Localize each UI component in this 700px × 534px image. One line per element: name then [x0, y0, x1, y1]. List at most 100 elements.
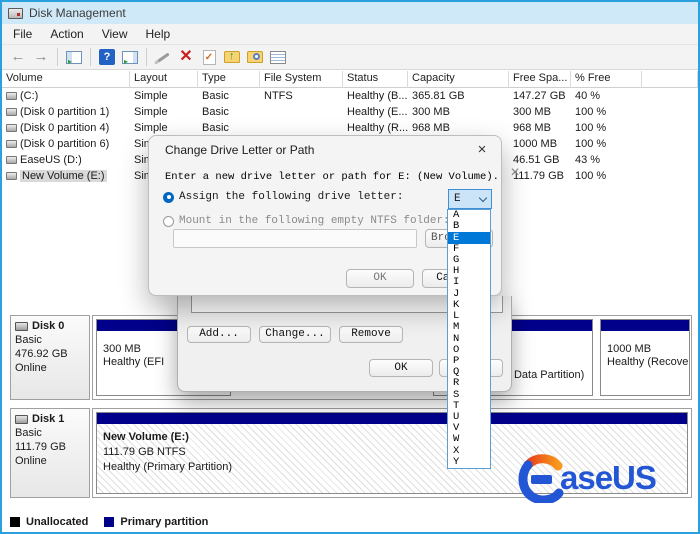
table-row[interactable]: (Disk 0 partition 1)SimpleBasicHealthy (… [2, 104, 698, 120]
status-cell: Healthy (R... [343, 120, 408, 136]
column-header[interactable]: Type [198, 71, 260, 88]
forward-icon[interactable]: → [31, 47, 51, 67]
delete-icon[interactable]: ✕ [176, 47, 196, 67]
percentfree-cell: 43 % [571, 152, 642, 168]
partition-line: 1000 MB [607, 343, 689, 356]
disk0-panel[interactable]: Disk 0 Basic 476.92 GB Online [10, 315, 90, 400]
assign-letter-radio[interactable]: Assign the following drive letter: [163, 191, 403, 203]
freespace-cell: 300 MB [509, 104, 571, 120]
menu-file[interactable]: File [4, 24, 41, 44]
legend-label: Primary partition [120, 516, 208, 528]
partition-stripe [97, 413, 687, 424]
drive-letter-option[interactable]: N [448, 333, 490, 344]
easeus-logo-mark [518, 453, 564, 503]
percentfree-cell: 100 % [571, 136, 642, 152]
folder-up-icon[interactable]: ↑ [222, 47, 242, 67]
drive-letter-option[interactable]: M [448, 322, 490, 333]
percentfree-cell: 100 % [571, 104, 642, 120]
volume-name: EaseUS (D:) [20, 154, 82, 166]
disk-state: Online [15, 454, 85, 468]
mount-path-input[interactable] [173, 229, 417, 248]
volume-cell: EaseUS (D:) [2, 152, 130, 168]
legend-unallocated: Unallocated [10, 516, 88, 528]
freespace-cell: 1000 MB [509, 136, 571, 152]
volume-name: New Volume (E:) [20, 170, 107, 182]
toolbar-separator [57, 48, 58, 66]
filesystem-cell [260, 120, 343, 136]
status-cell: Healthy (B... [343, 88, 408, 104]
check-icon[interactable]: ✓ [199, 47, 219, 67]
properties-icon[interactable] [268, 47, 288, 67]
drive-letter-combo[interactable]: E [448, 189, 492, 209]
capacity-cell: 300 MB [408, 104, 509, 120]
toolbar-separator [90, 48, 91, 66]
disk-name: Disk 0 [32, 319, 64, 333]
folder-search-icon[interactable] [245, 47, 265, 67]
volume-icon [6, 140, 17, 148]
mount-folder-radio[interactable]: Mount in the following empty NTFS folder… [163, 215, 450, 227]
percentfree-cell: 40 % [571, 88, 642, 104]
legend-primary-partition: Primary partition [104, 516, 208, 528]
menu-view[interactable]: View [93, 24, 137, 44]
column-header-blank [642, 71, 698, 88]
volume-icon [6, 156, 17, 164]
action-pane-icon[interactable] [120, 47, 140, 67]
column-header[interactable]: Capacity [408, 71, 509, 88]
drive-letter-option[interactable]: Y [448, 457, 490, 468]
legend: Unallocated Primary partition [10, 516, 208, 528]
help-icon[interactable]: ? [97, 47, 117, 67]
column-header[interactable]: Volume [2, 71, 130, 88]
freespace-cell: 968 MB [509, 120, 571, 136]
layout-cell: Simple [130, 104, 198, 120]
volume-icon [6, 124, 17, 132]
tools-icon[interactable] [153, 47, 173, 67]
add-button[interactable]: Add... [187, 326, 251, 343]
column-header[interactable]: Free Spa... [509, 71, 571, 88]
disk-name: Disk 1 [32, 412, 64, 426]
partition-block-recovery[interactable]: 1000 MB Healthy (Recove [600, 319, 690, 396]
column-header[interactable]: Status [343, 71, 408, 88]
remove-button[interactable]: Remove [339, 326, 403, 343]
column-header[interactable]: File System [260, 71, 343, 88]
table-row[interactable]: (C:)SimpleBasicNTFSHealthy (B...365.81 G… [2, 88, 698, 104]
drive-letter-option[interactable]: B [448, 221, 490, 232]
drive-letter-option[interactable]: I [448, 277, 490, 288]
disk-management-window: Disk Management File Action View Help ← … [0, 0, 700, 534]
drive-letter-dropdown: ABEFGHIJKLMNOPQRSTUVWXY [447, 209, 491, 469]
close-icon[interactable]: × [471, 140, 493, 160]
percentfree-cell: 100 % [571, 120, 642, 136]
easeus-logo: aseUS [518, 452, 698, 504]
chevron-down-icon [479, 194, 487, 202]
radio-selected-icon [163, 192, 174, 203]
menu-action[interactable]: Action [41, 24, 92, 44]
console-tree-icon[interactable] [64, 47, 84, 67]
disk-icon [15, 415, 28, 424]
ok-button[interactable]: OK [346, 269, 414, 288]
volume-icon [6, 108, 17, 116]
mount-folder-label: Mount in the following empty NTFS folder… [179, 215, 450, 227]
drive-letter-option[interactable]: R [448, 378, 490, 389]
disk-management-icon [8, 8, 23, 19]
column-header[interactable]: Layout [130, 71, 198, 88]
volume-icon [6, 172, 17, 180]
menu-help[interactable]: Help [137, 24, 180, 44]
drive-letter-option[interactable]: W [448, 434, 490, 445]
toolbar-separator [146, 48, 147, 66]
back-icon[interactable]: ← [8, 47, 28, 67]
column-header[interactable]: % Free [571, 71, 642, 88]
paths-dialog-close-icon[interactable]: × [504, 162, 526, 184]
window-title: Disk Management [29, 6, 126, 20]
disk-state: Online [15, 361, 85, 375]
paths-ok-button[interactable]: OK [369, 359, 433, 377]
disk1-panel[interactable]: Disk 1 Basic 111.79 GB Online [10, 408, 90, 498]
change-button[interactable]: Change... [259, 326, 331, 343]
drive-letter-option[interactable]: E [448, 232, 490, 243]
table-row[interactable]: (Disk 0 partition 4)SimpleBasicHealthy (… [2, 120, 698, 136]
partition-line: New Volume (E:) [103, 430, 687, 445]
capacity-cell: 968 MB [408, 120, 509, 136]
volume-name: (Disk 0 partition 6) [20, 138, 109, 150]
filesystem-cell: NTFS [260, 88, 343, 104]
dialog-title: Change Drive Letter or Path [165, 143, 314, 157]
status-cell: Healthy (E... [343, 104, 408, 120]
layout-cell: Simple [130, 120, 198, 136]
